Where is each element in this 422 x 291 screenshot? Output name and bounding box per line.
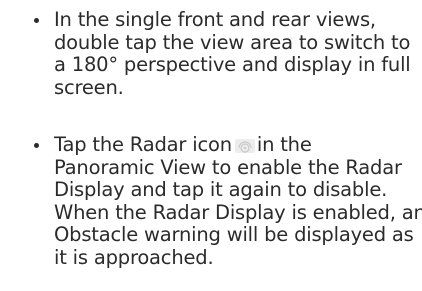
text-line: Panoramic View to enable the Radar: [54, 155, 402, 179]
bullet-text: Tap the Radar icon in the Panoramic View …: [54, 133, 422, 270]
text-line: Obstacle warning will be displayed as: [54, 223, 414, 247]
text-line: Tap the Radar icon in the: [54, 133, 420, 157]
bullet-dot: [34, 143, 39, 148]
radar-icon: [234, 136, 255, 153]
text-line: double tap the view area to switch to: [54, 30, 411, 54]
bullet-text: In the single front and rear views, doub…: [54, 8, 420, 99]
text-fragment: in the: [256, 133, 312, 156]
text-line: screen.: [54, 75, 124, 99]
text-line: a 180° perspective and display in full: [54, 53, 411, 77]
text-line: Display and tap it again to disable.: [54, 178, 388, 202]
text-line: In the single front and rear views,: [54, 8, 376, 31]
bullet-dot: [34, 18, 39, 23]
text-line: When the Radar Display is enabled, an: [54, 200, 422, 224]
text-line: it is approached.: [54, 245, 214, 269]
text-fragment: Tap the Radar icon: [54, 133, 232, 156]
